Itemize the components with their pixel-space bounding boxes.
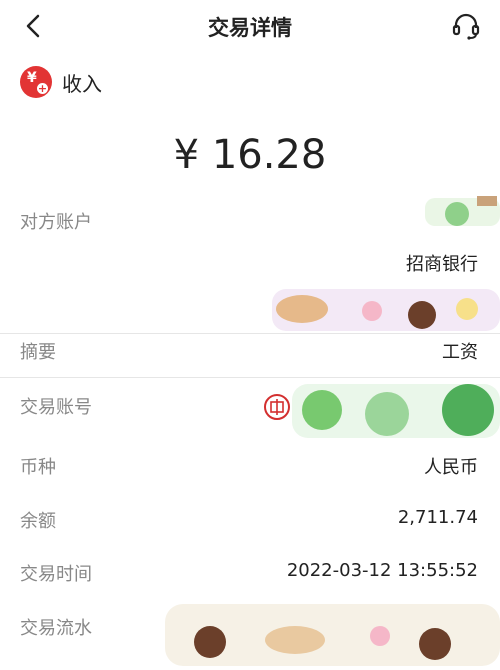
balance-value: 2,711.74 — [397, 507, 478, 528]
header-bar: 交易详情 — [0, 0, 500, 52]
summary-label: 摘要 — [20, 342, 56, 363]
transaction-type-label: 收入 — [62, 71, 102, 96]
income-yen-icon: ¥ + — [20, 66, 52, 98]
decorative-sticker — [165, 600, 500, 666]
time-label: 交易时间 — [20, 564, 92, 585]
bank-logo-icon — [264, 394, 290, 420]
counterparty-label: 对方账户 — [20, 212, 92, 233]
headset-icon — [452, 13, 480, 40]
section-divider — [0, 377, 500, 378]
transaction-type: ¥ + 收入 — [20, 64, 102, 100]
currency-value: 人民币 — [424, 457, 478, 478]
decorative-sticker — [292, 380, 500, 442]
section-divider — [0, 333, 500, 334]
counterparty-bank: 招商银行 — [406, 254, 478, 275]
account-label: 交易账号 — [20, 397, 92, 418]
decorative-sticker — [425, 188, 500, 230]
summary-value: 工资 — [442, 342, 478, 363]
page-title: 交易详情 — [208, 16, 292, 40]
transaction-amount: ¥ 16.28 — [173, 132, 327, 178]
decorative-sticker — [272, 285, 500, 333]
serial-label: 交易流水 — [20, 618, 92, 639]
balance-label: 余额 — [20, 511, 56, 532]
time-value: 2022-03-12 13:55:52 — [286, 560, 478, 581]
currency-label: 币种 — [20, 457, 56, 478]
customer-service-button[interactable] — [448, 8, 484, 44]
